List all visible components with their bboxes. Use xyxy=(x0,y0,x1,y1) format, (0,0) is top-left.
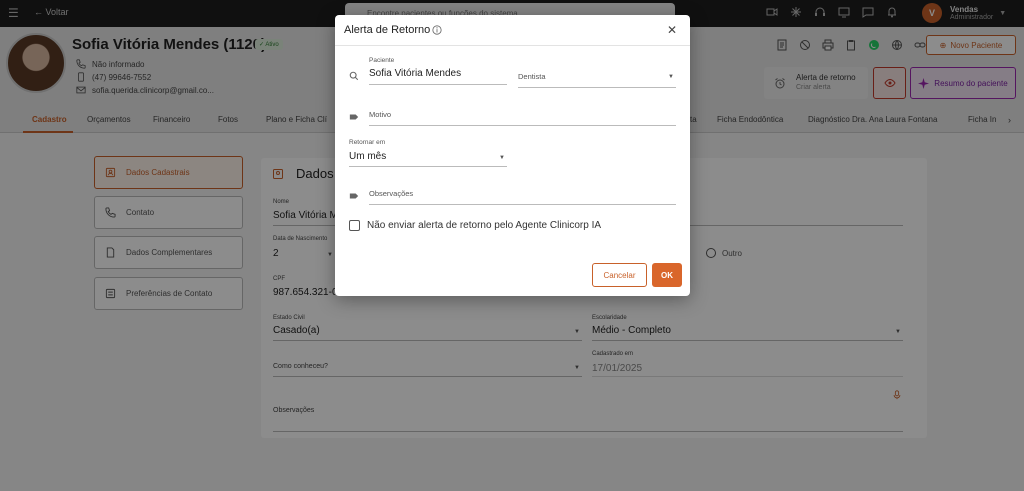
patient-underline xyxy=(369,84,507,85)
close-icon[interactable]: ✕ xyxy=(667,23,677,37)
patient-label: Paciente xyxy=(369,57,395,64)
no-ai-alert-checkbox[interactable] xyxy=(349,220,360,231)
reason-field[interactable]: Motivo xyxy=(369,110,391,119)
observations-field[interactable]: Observações xyxy=(369,189,413,198)
no-ai-alert-label[interactable]: Não enviar alerta de retorno pelo Agente… xyxy=(367,220,601,231)
chevron-down-icon[interactable]: ▼ xyxy=(499,155,505,161)
return-alert-dialog: Alerta de Retorno ✕ Paciente Sofia Vitór… xyxy=(335,15,690,296)
dialog-title: Alerta de Retorno xyxy=(344,24,431,36)
reason-underline xyxy=(369,125,676,126)
return-label: Retornar em xyxy=(349,139,386,146)
return-underline xyxy=(349,166,507,167)
ok-button[interactable]: OK xyxy=(652,263,682,287)
info-icon[interactable] xyxy=(432,25,442,35)
cancel-button[interactable]: Cancelar xyxy=(592,263,647,287)
return-select[interactable]: Um mês xyxy=(349,151,386,162)
dentist-select[interactable]: Dentista xyxy=(518,72,546,81)
search-icon xyxy=(349,71,359,81)
observations-underline xyxy=(369,204,676,205)
tag-icon xyxy=(349,114,359,120)
dentist-underline xyxy=(518,87,676,88)
patient-field[interactable]: Sofia Vitória Mendes xyxy=(369,68,461,79)
dialog-divider xyxy=(335,45,690,46)
tag-icon xyxy=(349,193,359,199)
chevron-down-icon[interactable]: ▼ xyxy=(668,74,674,80)
